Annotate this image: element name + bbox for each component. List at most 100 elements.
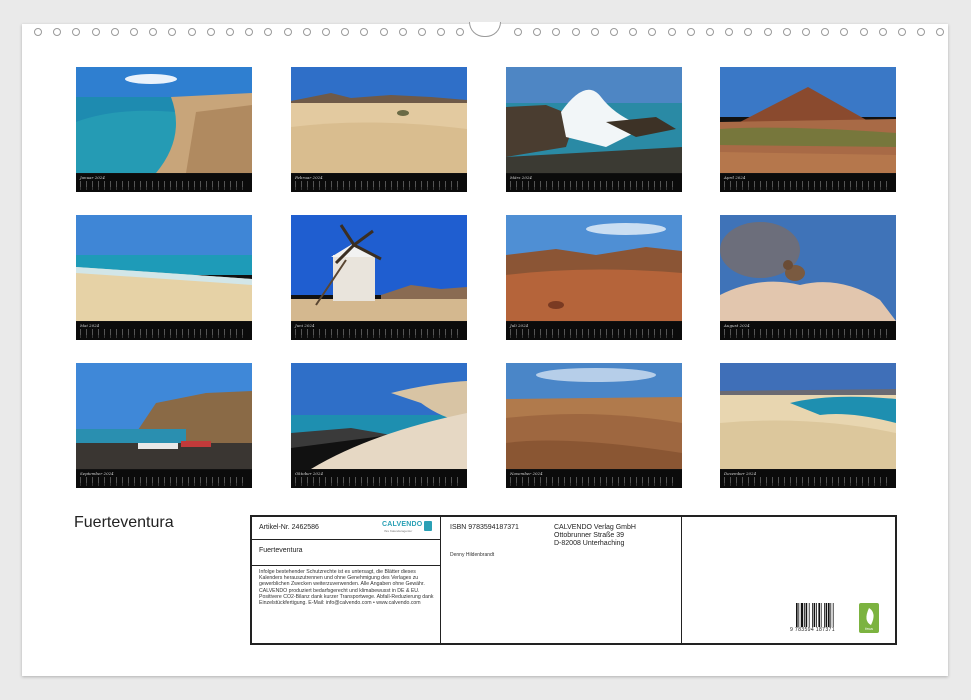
month-label: August 2024 (724, 323, 750, 328)
chipmunk-rock-image (720, 215, 896, 321)
binding-hole (917, 28, 926, 36)
binding-hole (629, 28, 638, 36)
legal-notice: Infolge bestehender Schutzrechte ist es … (259, 569, 434, 607)
binding-hole (379, 28, 388, 36)
month-label: September 2024 (80, 471, 114, 476)
binding-hole (283, 28, 292, 36)
month-label: März 2024 (510, 175, 532, 180)
binding-hole (360, 28, 369, 36)
binding-hole (878, 28, 887, 36)
dune-beach-image (720, 363, 896, 469)
binding-hole (821, 28, 830, 36)
brand-logo-text: CALVENDO (382, 521, 423, 528)
windmill-image (291, 215, 467, 321)
binding-hole (590, 28, 599, 36)
binding-hole (667, 28, 676, 36)
month-label: April 2024 (724, 175, 746, 180)
binding-hole (610, 28, 618, 36)
binding-hole (802, 28, 810, 36)
binding-hole (686, 28, 695, 36)
binding-hole (245, 28, 254, 36)
binding-hole (53, 28, 62, 36)
binding-hole (763, 28, 772, 36)
photographer-credit: Denny Hildenbrandt (450, 552, 495, 558)
coast-cliff-image (76, 67, 252, 173)
info-left-column: Artikel-Nr. 2462586 CALVENDO Ihre Kalend… (252, 517, 441, 643)
binding-hole (936, 28, 945, 36)
binding-hole (418, 28, 426, 36)
month-photo-september: September 2024 (76, 363, 252, 488)
binding-hole (91, 28, 100, 36)
publisher-address: CALVENDO Verlag GmbH Ottobrunner Straße … (554, 524, 636, 548)
month-label: Dezember 2024 (724, 471, 757, 476)
publisher-name: CALVENDO Verlag GmbH (554, 524, 636, 531)
month-photo-april: April 2024 (720, 67, 896, 192)
binding-hole (130, 28, 138, 36)
info-middle-column: ISBN 9783594187371 CALVENDO Verlag GmbH … (442, 517, 682, 643)
binding-hole (264, 28, 273, 36)
binding-hole (859, 28, 868, 36)
info-panel: Artikel-Nr. 2462586 CALVENDO Ihre Kalend… (250, 515, 897, 645)
binding-hole (744, 28, 753, 36)
binding-hole (226, 28, 234, 36)
publisher-street: Ottobrunner Straße 39 (554, 532, 625, 539)
binding-hole (533, 28, 542, 36)
plain-landscape-image (506, 363, 682, 469)
month-photo-may: Mai 2024 (76, 215, 252, 340)
binding-hole (398, 28, 407, 36)
month-photo-june: Juni 2024 (291, 215, 467, 340)
binding-hole (648, 28, 657, 36)
volcano-image (720, 67, 896, 173)
binding-hole (72, 28, 81, 36)
month-label: Mai 2024 (80, 323, 100, 328)
calendar-sheet: Januar 2024 Februar 2024 März 2024 April… (22, 22, 948, 676)
article-number: Artikel-Nr. 2462586 (259, 524, 319, 531)
binding-hole (34, 28, 42, 36)
dunes-image (291, 67, 467, 173)
month-label: Juni 2024 (295, 323, 315, 328)
calendar-title: Fuerteventura (74, 514, 174, 531)
binding-hole (782, 28, 791, 36)
month-photo-november: November 2024 (506, 363, 682, 488)
binding-hole (437, 28, 446, 36)
month-label: Juli 2024 (510, 323, 529, 328)
binding-hole (514, 28, 522, 36)
desert-valley-image (506, 215, 682, 321)
publisher-city: D-82008 Unterhaching (554, 540, 625, 547)
binding-hole (322, 28, 330, 36)
binding-hole (840, 28, 849, 36)
isbn: ISBN 9783594187371 (450, 524, 519, 531)
binding-hole (187, 28, 196, 36)
sandstone-coast-image (291, 363, 467, 469)
binding-hole (725, 28, 734, 36)
month-photo-october: Oktober 2024 (291, 363, 467, 488)
month-photo-january: Januar 2024 (76, 67, 252, 192)
month-label: Februar 2024 (295, 175, 323, 180)
month-label: Januar 2024 (80, 175, 105, 180)
month-label: November 2024 (510, 471, 543, 476)
binding-hole (341, 28, 350, 36)
barcode-number: 9 783594 187371 (790, 627, 835, 633)
month-photo-december: Dezember 2024 (720, 363, 896, 488)
brand-logo-icon (424, 521, 432, 531)
month-photo-july: Juli 2024 (506, 215, 682, 340)
boats-cove-image (76, 363, 252, 469)
beach-image (76, 215, 252, 321)
eco-label: feca (865, 626, 873, 631)
binding-hole (302, 28, 311, 36)
binding-hole (706, 28, 714, 36)
month-photo-march: März 2024 (506, 67, 682, 192)
binding-hole (149, 28, 158, 36)
binding-hole (552, 28, 561, 36)
month-photo-august: August 2024 (720, 215, 896, 340)
binding-hole (206, 28, 215, 36)
binding-hole (571, 28, 580, 36)
binding-hole (168, 28, 177, 36)
barcode-icon (796, 603, 834, 627)
surf-rocks-image (506, 67, 682, 173)
binding-hole (110, 28, 119, 36)
binding-hole (456, 28, 465, 36)
brand-tagline: Ihre Kalenderagentur (384, 529, 413, 533)
product-name: Fuerteventura (259, 547, 303, 554)
binding-hole (898, 28, 906, 36)
